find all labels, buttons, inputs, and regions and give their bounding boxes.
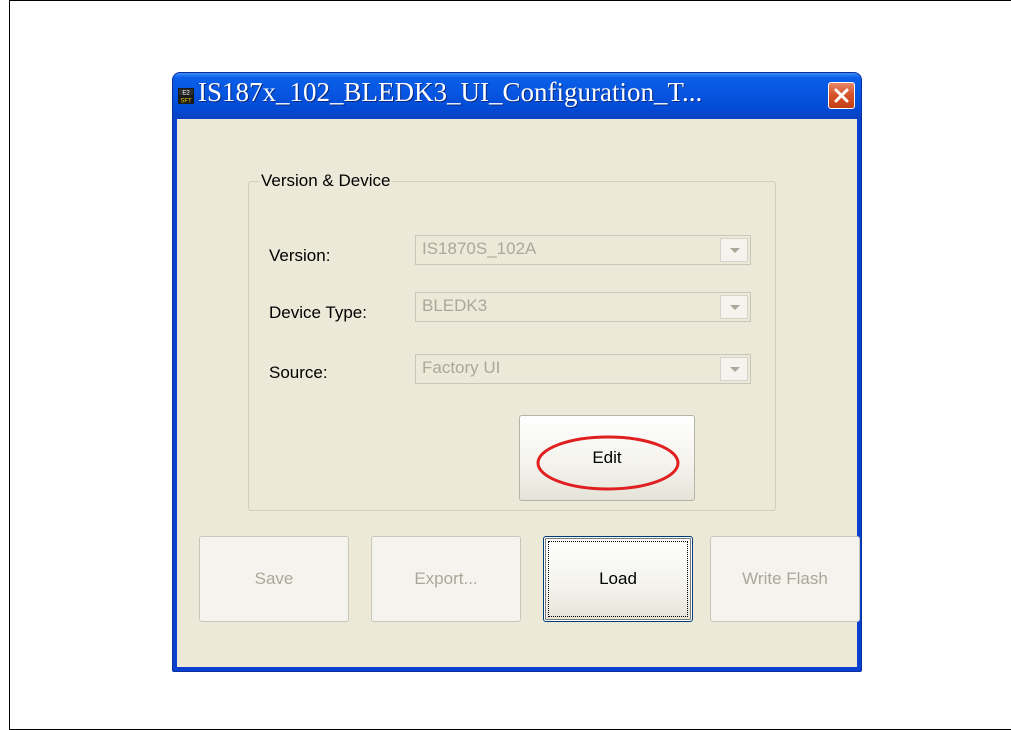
close-button[interactable] xyxy=(828,82,855,109)
source-combo[interactable]: Factory UI xyxy=(415,354,751,384)
config-tool-window: E2 SFT IS187x_102_BLEDK3_UI_Configuratio… xyxy=(172,72,862,672)
close-icon xyxy=(834,88,849,103)
device-type-value: BLEDK3 xyxy=(422,296,488,315)
chevron-down-icon[interactable] xyxy=(720,238,748,262)
chevron-down-icon[interactable] xyxy=(720,295,748,319)
device-type-label: Device Type: xyxy=(269,303,367,322)
export-button[interactable]: Export... xyxy=(371,536,521,622)
write-flash-button-label: Write Flash xyxy=(742,569,828,588)
svg-text:E2: E2 xyxy=(182,91,190,97)
version-combo[interactable]: IS1870S_102A xyxy=(415,235,751,265)
save-button-label: Save xyxy=(254,569,294,588)
highlight-ellipse xyxy=(536,435,680,491)
dialog-client-area: Version & Device Version: IS1870S_102A D… xyxy=(177,119,860,667)
title-bar[interactable]: E2 SFT IS187x_102_BLEDK3_UI_Configuratio… xyxy=(173,73,861,119)
edit-button[interactable]: Edit xyxy=(519,415,695,501)
source-label: Source: xyxy=(269,363,328,382)
load-button-label: Load xyxy=(599,569,637,588)
save-button[interactable]: Save xyxy=(199,536,349,622)
group-title: Version & Device xyxy=(259,171,393,191)
window-title: IS187x_102_BLEDK3_UI_Configuration_T... xyxy=(198,77,703,107)
write-flash-button[interactable]: Write Flash xyxy=(710,536,860,622)
version-device-group: Version & Device Version: IS1870S_102A D… xyxy=(248,171,776,511)
export-button-label: Export... xyxy=(414,569,478,588)
app-icon: E2 SFT xyxy=(178,88,194,104)
load-button[interactable]: Load xyxy=(543,536,693,622)
version-label: Version: xyxy=(269,246,331,265)
source-value: Factory UI xyxy=(422,358,501,377)
version-value: IS1870S_102A xyxy=(422,239,537,258)
svg-text:SFT: SFT xyxy=(180,99,192,105)
chevron-down-icon[interactable] xyxy=(720,357,748,381)
device-type-combo[interactable]: BLEDK3 xyxy=(415,292,751,322)
